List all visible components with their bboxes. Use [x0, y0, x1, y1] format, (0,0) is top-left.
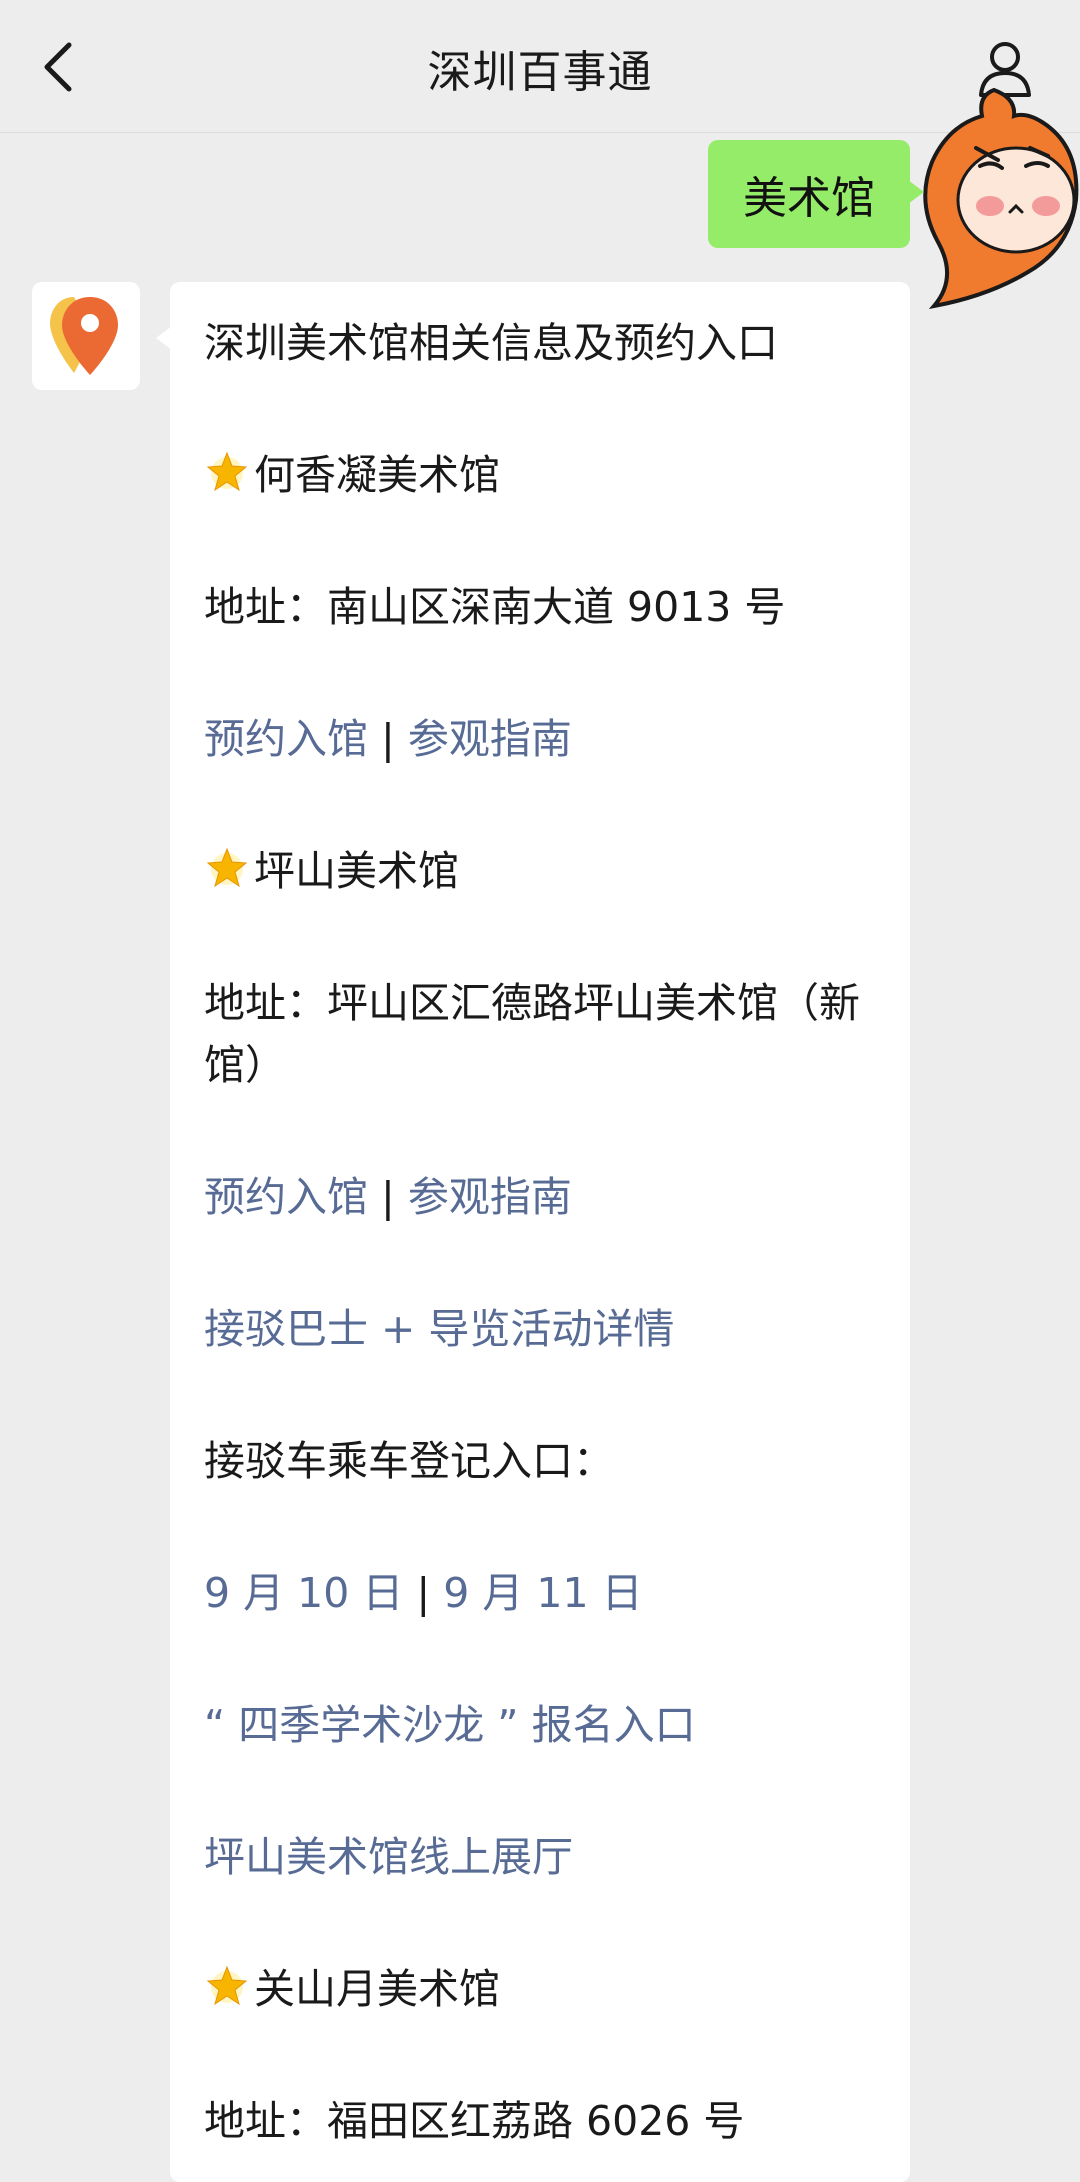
museum-address: 地址：坪山区汇德路坪山美术馆（新馆） — [204, 979, 860, 1089]
online-hall-link-row: 坪山美术馆线上展厅 — [204, 1826, 876, 1888]
link-separator: | — [381, 1173, 395, 1221]
museum-links: 预约入馆 | 参观指南 — [204, 1166, 876, 1228]
museum-heading: 何香凝美术馆 — [204, 444, 876, 506]
user-avatar-sticker[interactable] — [918, 82, 1080, 312]
link-separator: | — [381, 715, 395, 763]
museum-address: 地址：南山区深南大道 9013 号 — [204, 583, 786, 631]
date-link-sep10[interactable]: 9 月 10 日 — [204, 1569, 403, 1617]
glowing-star-icon — [206, 451, 248, 492]
date-link-sep11[interactable]: 9 月 11 日 — [443, 1569, 642, 1617]
salon-link-row: “ 四季学术沙龙 ” 报名入口 — [204, 1694, 876, 1756]
shuttle-register-text: 接驳车乘车登记入口： — [204, 1437, 614, 1485]
museum-address: 地址：福田区红荔路 6026 号 — [204, 2097, 745, 2145]
museum-heading: 关山月美术馆 — [204, 1958, 876, 2020]
link-separator: | — [416, 1569, 431, 1617]
shuttle-link-row: 接驳巴士 + 导览活动详情 — [204, 1298, 876, 1360]
online-hall-link[interactable]: 坪山美术馆线上展厅 — [204, 1833, 573, 1881]
salon-signup-link[interactable]: “ 四季学术沙龙 ” 报名入口 — [204, 1701, 696, 1749]
museum-heading: 坪山美术馆 — [204, 840, 876, 902]
guide-link[interactable]: 参观指南 — [408, 715, 572, 763]
location-pin-icon — [50, 297, 118, 375]
glowing-star-icon — [206, 847, 248, 888]
bot-message-bubble: 深圳美术馆相关信息及预约入口 何香凝美术馆 地址：南山区深南大道 9013 号 … — [156, 282, 910, 2182]
booking-link[interactable]: 预约入馆 — [204, 1173, 368, 1221]
guide-link[interactable]: 参观指南 — [408, 1173, 572, 1221]
museum-links: 预约入馆 | 参观指南 — [204, 708, 876, 770]
booking-link[interactable]: 预约入馆 — [204, 715, 368, 763]
user-message-bubble[interactable]: 美术馆 — [708, 140, 924, 248]
bot-avatar[interactable] — [32, 282, 140, 390]
glowing-star-icon — [206, 1965, 248, 2006]
shuttle-link[interactable]: 接驳巴士 + 导览活动详情 — [204, 1305, 674, 1353]
message-intro: 深圳美术馆相关信息及预约入口 — [204, 319, 778, 367]
date-links: 9 月 10 日 | 9 月 11 日 — [204, 1562, 876, 1624]
user-message-text: 美术馆 — [743, 173, 875, 224]
